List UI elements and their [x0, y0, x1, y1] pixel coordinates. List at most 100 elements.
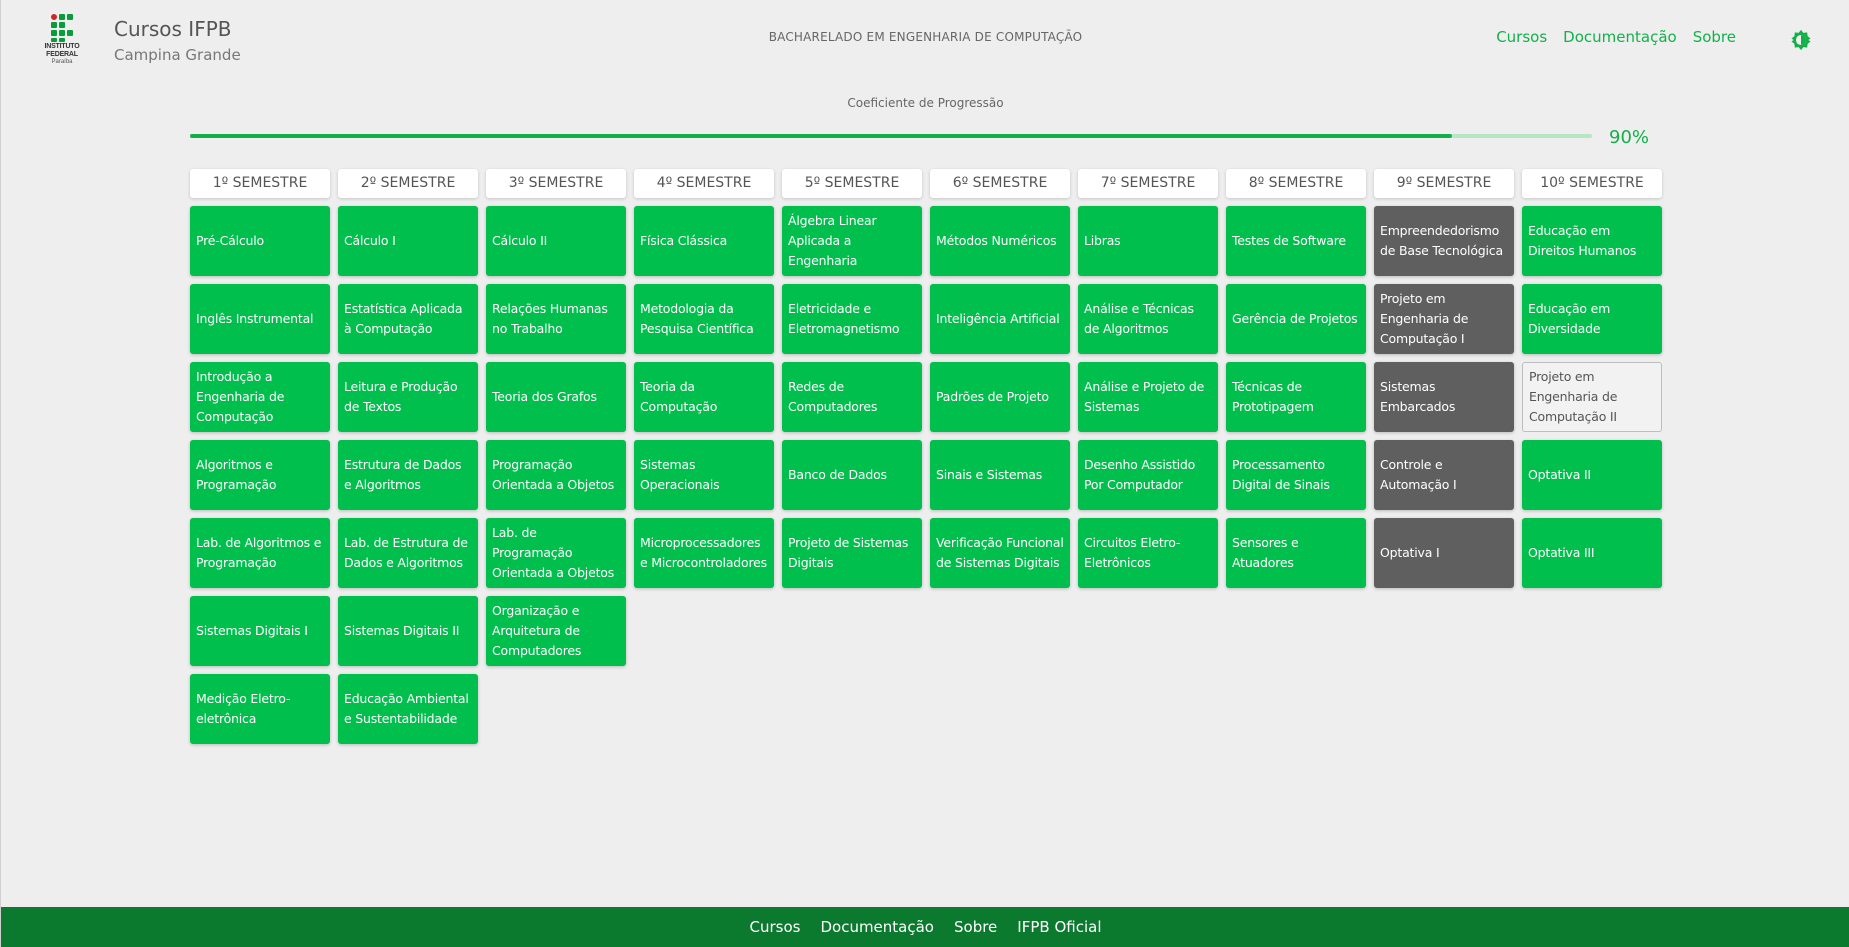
course-name: Estatística Aplicada à Computação [344, 301, 463, 336]
course-card[interactable]: Organização e Arquitetura de Computadore… [486, 596, 626, 666]
course-card[interactable]: Física Clássica [634, 206, 774, 276]
course-card[interactable]: Lab. de Algoritmos e Programação [190, 518, 330, 588]
course-card[interactable]: Sistemas Digitais II [338, 596, 478, 666]
course-card[interactable]: Métodos Numéricos [930, 206, 1070, 276]
course-card[interactable]: Educação Ambiental e Sustentabilidade [338, 674, 478, 744]
course-card[interactable]: Optativa II [1522, 440, 1662, 510]
course-card[interactable]: Inglês Instrumental [190, 284, 330, 354]
course-name: Estrutura de Dados e Algoritmos [344, 457, 462, 492]
course-card[interactable]: Circuitos Eletro-Eletrônicos [1078, 518, 1218, 588]
course-card[interactable]: Teoria da Computação [634, 362, 774, 432]
semester-column: 8º SEMESTRE Testes de Software Gerência de… [1226, 169, 1366, 744]
course-card[interactable]: Redes de Computadores [782, 362, 922, 432]
course-card[interactable]: Educação em Diversidade [1522, 284, 1662, 354]
semester-column: 4º SEMESTRE Física Clássica Metodologia da… [634, 169, 774, 744]
footer-link[interactable]: Sobre [954, 918, 997, 936]
course-card[interactable]: Sensores e Atuadores [1226, 518, 1366, 588]
course-card[interactable]: Programação Orientada a Objetos [486, 440, 626, 510]
course-name: Lab. de Programação Orientada a Objetos [492, 525, 615, 580]
course-card[interactable]: Eletricidade e Eletromagnetismo [782, 284, 922, 354]
course-card[interactable]: Cálculo II [486, 206, 626, 276]
course-card[interactable]: Educação em Direitos Humanos [1522, 206, 1662, 276]
course-name: Optativa III [1528, 545, 1595, 560]
course-card[interactable]: Sinais e Sistemas [930, 440, 1070, 510]
course-name: Inteligência Artificial [936, 311, 1060, 326]
course-card[interactable]: Medição Eletro-eletrônica [190, 674, 330, 744]
footer-link[interactable]: IFPB Oficial [1017, 918, 1101, 936]
semester-header: 6º SEMESTRE [930, 169, 1070, 198]
course-card[interactable]: Desenho Assistido Por Computador [1078, 440, 1218, 510]
course-name: Introdução a Engenharia de Computação [196, 369, 285, 424]
course-card[interactable]: Projeto de Sistemas Digitais [782, 518, 922, 588]
course-card[interactable]: Microprocessadores e Microcontroladores [634, 518, 774, 588]
course-card[interactable]: Pré-Cálculo [190, 206, 330, 276]
course-card[interactable]: Estrutura de Dados e Algoritmos [338, 440, 478, 510]
course-name: Organização e Arquitetura de Computadore… [492, 603, 582, 658]
footer-link[interactable]: Cursos [750, 918, 801, 936]
course-card[interactable]: Relações Humanas no Trabalho [486, 284, 626, 354]
course-name: Sistemas Embarcados [1380, 379, 1456, 414]
course-card[interactable]: Projeto em Engenharia de Computação II [1522, 362, 1662, 432]
course-card[interactable]: Lab. de Estrutura de Dados e Algoritmos [338, 518, 478, 588]
course-name: Projeto de Sistemas Digitais [788, 535, 909, 570]
course-card[interactable]: Optativa III [1522, 518, 1662, 588]
course-card[interactable]: Álgebra Linear Aplicada a Engenharia [782, 206, 922, 276]
semester-column: 10º SEMESTRE Educação em Direitos Humanos… [1522, 169, 1662, 744]
course-card[interactable]: Cálculo I [338, 206, 478, 276]
semester-column: 7º SEMESTRE Libras Análise e Técnicas de A… [1078, 169, 1218, 744]
course-card[interactable]: Análise e Técnicas de Algoritmos [1078, 284, 1218, 354]
course-name: Lab. de Estrutura de Dados e Algoritmos [344, 535, 468, 570]
course-name: Álgebra Linear Aplicada a Engenharia [788, 213, 877, 268]
nav-cursos[interactable]: Cursos [1496, 28, 1547, 46]
footer: Cursos Documentação Sobre IFPB Oficial [1, 907, 1849, 947]
course-name: Sensores e Atuadores [1232, 535, 1299, 570]
course-name: Sistemas Digitais II [344, 623, 460, 638]
course-name: Libras [1084, 233, 1121, 248]
course-card[interactable]: Verificação Funcional de Sistemas Digita… [930, 518, 1070, 588]
course-card[interactable]: Controle e Automação I [1374, 440, 1514, 510]
course-name: Metodologia da Pesquisa Científica [640, 301, 754, 336]
course-card[interactable]: Inteligência Artificial [930, 284, 1070, 354]
course-name: Desenho Assistido Por Computador [1084, 457, 1196, 492]
course-name: Sistemas Operacionais [640, 457, 720, 492]
course-card[interactable]: Projeto em Engenharia de Computação I [1374, 284, 1514, 354]
course-card[interactable]: Sistemas Digitais I [190, 596, 330, 666]
course-card[interactable]: Estatística Aplicada à Computação [338, 284, 478, 354]
course-card[interactable]: Análise e Projeto de Sistemas [1078, 362, 1218, 432]
course-card[interactable]: Processamento Digital de Sinais [1226, 440, 1366, 510]
theme-toggle-icon[interactable] [1790, 29, 1812, 51]
course-card[interactable]: Metodologia da Pesquisa Científica [634, 284, 774, 354]
semester-header: 9º SEMESTRE [1374, 169, 1514, 198]
course-card[interactable]: Sistemas Embarcados [1374, 362, 1514, 432]
course-card[interactable]: Sistemas Operacionais [634, 440, 774, 510]
header: INSTITUTO FEDERAL Paraíba Cursos IFPB Ca… [1, 0, 1849, 80]
semester-header: 7º SEMESTRE [1078, 169, 1218, 198]
course-name: Circuitos Eletro-Eletrônicos [1084, 535, 1181, 570]
course-card[interactable]: Libras [1078, 206, 1218, 276]
course-name: Física Clássica [640, 233, 728, 248]
progress-value: 90% [1609, 127, 1650, 148]
course-card[interactable]: Gerência de Projetos [1226, 284, 1366, 354]
course-card[interactable]: Testes de Software [1226, 206, 1366, 276]
course-name: Empreendedorismo de Base Tecnológica [1380, 223, 1503, 258]
course-name: Cálculo II [492, 233, 548, 248]
course-card[interactable]: Optativa I [1374, 518, 1514, 588]
course-card[interactable]: Lab. de Programação Orientada a Objetos [486, 518, 626, 588]
nav-documentacao[interactable]: Documentação [1563, 28, 1677, 46]
course-name: Processamento Digital de Sinais [1232, 457, 1330, 492]
course-card[interactable]: Padrões de Projeto [930, 362, 1070, 432]
course-card[interactable]: Leitura e Produção de Textos [338, 362, 478, 432]
footer-link[interactable]: Documentação [820, 918, 934, 936]
course-card[interactable]: Técnicas de Prototipagem [1226, 362, 1366, 432]
nav-sobre[interactable]: Sobre [1693, 28, 1736, 46]
course-card[interactable]: Algoritmos e Programação [190, 440, 330, 510]
course-card[interactable]: Empreendedorismo de Base Tecnológica [1374, 206, 1514, 276]
course-card[interactable]: Teoria dos Grafos [486, 362, 626, 432]
semester-header: 8º SEMESTRE [1226, 169, 1366, 198]
course-name: Educação em Diversidade [1528, 301, 1611, 336]
course-name: Relações Humanas no Trabalho [492, 301, 608, 336]
course-card[interactable]: Banco de Dados [782, 440, 922, 510]
semester-column: 5º SEMESTRE Álgebra Linear Aplicada a Eng… [782, 169, 922, 744]
course-card[interactable]: Introdução a Engenharia de Computação [190, 362, 330, 432]
course-name: Banco de Dados [788, 467, 887, 482]
